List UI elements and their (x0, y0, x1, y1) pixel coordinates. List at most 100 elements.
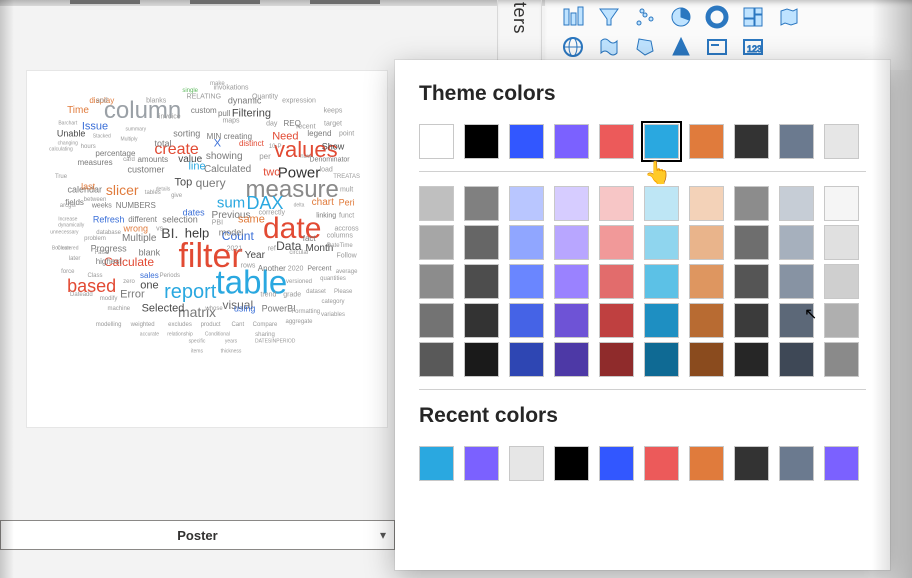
wordcloud-word[interactable]: Multiply (121, 138, 138, 143)
wordcloud-word[interactable]: help (185, 226, 210, 239)
wordcloud-word[interactable]: report (164, 282, 216, 302)
color-swatch[interactable] (464, 264, 499, 299)
wordcloud-word[interactable]: invoice (159, 114, 181, 121)
color-swatch[interactable] (464, 303, 499, 338)
wordcloud-word[interactable]: Another (258, 265, 286, 273)
color-swatch[interactable] (824, 342, 859, 377)
wordcloud-word[interactable]: Need (272, 132, 298, 143)
wordcloud-word[interactable]: point (339, 130, 354, 137)
wordcloud-word[interactable]: dynamically (58, 224, 84, 229)
wordcloud-word[interactable]: DATESINPERIOD (255, 339, 295, 344)
color-swatch[interactable] (419, 342, 454, 377)
wordcloud-word[interactable]: keeps (324, 107, 343, 114)
wordcloud-word[interactable]: Class (87, 273, 102, 279)
color-swatch[interactable] (824, 264, 859, 299)
map-icon[interactable] (775, 3, 803, 31)
wordcloud-word[interactable]: Barchart (58, 121, 77, 126)
wordcloud-word[interactable]: Calculated (204, 165, 251, 175)
wordcloud-word[interactable]: unnecessary (50, 230, 78, 235)
color-swatch[interactable] (689, 342, 724, 377)
color-swatch[interactable] (554, 342, 589, 377)
color-swatch[interactable] (554, 264, 589, 299)
wordcloud-word[interactable]: changing (58, 141, 78, 146)
color-swatch[interactable] (509, 124, 544, 159)
color-swatch[interactable] (779, 124, 814, 159)
color-swatch[interactable] (689, 225, 724, 260)
wordcloud-word[interactable]: Percent (307, 266, 331, 273)
wordcloud-word[interactable]: MIN (207, 133, 222, 141)
wordcloud-word[interactable]: variables (321, 312, 345, 318)
wordcloud-word[interactable]: target (324, 120, 342, 127)
wordcloud-word[interactable]: calculating (49, 148, 73, 153)
color-swatch[interactable] (644, 225, 679, 260)
color-swatch[interactable] (734, 303, 769, 338)
wordcloud-word[interactable]: Stacked (93, 135, 111, 140)
color-swatch[interactable] (509, 446, 544, 481)
color-swatch[interactable] (599, 446, 634, 481)
wordcloud-word[interactable]: zero (123, 279, 135, 285)
color-swatch[interactable] (779, 186, 814, 221)
wordcloud-word[interactable]: columns (327, 233, 353, 240)
wordcloud-word[interactable]: sorting (173, 129, 200, 138)
wordcloud-word[interactable]: sales (140, 272, 159, 280)
wordcloud-word[interactable]: custom (191, 107, 217, 115)
wordcloud-word[interactable]: Denominator (310, 157, 350, 164)
wordcloud-word[interactable]: weighted (131, 322, 155, 328)
color-swatch[interactable] (779, 342, 814, 377)
wordcloud-word[interactable]: RELATING (187, 94, 222, 101)
wordcloud-word[interactable]: versioned (286, 279, 312, 285)
funnel-icon[interactable] (595, 3, 623, 31)
color-swatch[interactable] (554, 225, 589, 260)
wordcloud-word[interactable]: DateTime (327, 243, 353, 249)
color-swatch[interactable] (464, 124, 499, 159)
wordcloud-word[interactable]: make (210, 81, 225, 87)
wordcloud-word[interactable]: database (96, 230, 121, 236)
wordcloud-word[interactable]: Increase (58, 217, 77, 222)
color-swatch[interactable] (419, 225, 454, 260)
color-swatch[interactable] (734, 342, 769, 377)
color-swatch[interactable] (464, 342, 499, 377)
color-swatch[interactable] (734, 225, 769, 260)
color-swatch[interactable] (509, 264, 544, 299)
wordcloud-word[interactable]: force (61, 269, 74, 275)
color-swatch[interactable] (464, 446, 499, 481)
wordcloud-word[interactable]: using (234, 304, 256, 313)
wordcloud-word[interactable]: value (178, 155, 202, 165)
globe-icon[interactable] (559, 33, 587, 61)
wordcloud-word[interactable]: chart (312, 198, 334, 208)
wordcloud-word[interactable]: load (320, 167, 333, 174)
color-swatch[interactable] (419, 446, 454, 481)
color-swatch[interactable] (824, 446, 859, 481)
wordcloud-word[interactable]: hours (81, 144, 96, 150)
wordcloud-word[interactable]: problem (84, 236, 106, 242)
wordcloud-word[interactable]: True (55, 174, 67, 180)
color-swatch[interactable] (419, 303, 454, 338)
wordcloud-word[interactable]: linking (316, 213, 336, 220)
wordcloud-word[interactable]: card (123, 157, 135, 163)
color-swatch[interactable] (644, 303, 679, 338)
wordcloud-word[interactable]: False (94, 250, 109, 256)
color-swatch[interactable] (644, 264, 679, 299)
color-swatch[interactable] (419, 186, 454, 221)
wordcloud-word[interactable]: slicer (106, 183, 139, 197)
wordcloud-word[interactable]: one (140, 280, 158, 291)
wordcloud-word[interactable]: between (84, 197, 107, 203)
wordcloud-word[interactable]: Multiple (122, 234, 156, 244)
color-swatch[interactable] (509, 342, 544, 377)
wordcloud-word[interactable]: Show (322, 142, 345, 151)
wordcloud-word[interactable]: excludes (168, 322, 192, 328)
wordcloud-word[interactable]: Refresh (93, 215, 125, 224)
wordcloud-word[interactable]: items (191, 349, 203, 354)
wordcloud-word[interactable]: rows (241, 262, 256, 269)
color-swatch[interactable] (734, 186, 769, 221)
wordcloud-word[interactable]: expression (282, 97, 316, 104)
wordcloud-visual[interactable]: filtertabledatemeasurecolumnvaluescreate… (27, 71, 387, 427)
wordcloud-word[interactable]: accurate (140, 333, 159, 338)
wordcloud-word[interactable]: Boolean (52, 247, 70, 252)
wordcloud-word[interactable]: give (171, 193, 182, 199)
wordcloud-word[interactable]: delta (294, 204, 305, 209)
color-swatch[interactable] (689, 124, 724, 159)
color-swatch[interactable] (779, 225, 814, 260)
wordcloud-word[interactable]: Please (334, 289, 352, 295)
wordcloud-word[interactable]: average (336, 269, 358, 275)
